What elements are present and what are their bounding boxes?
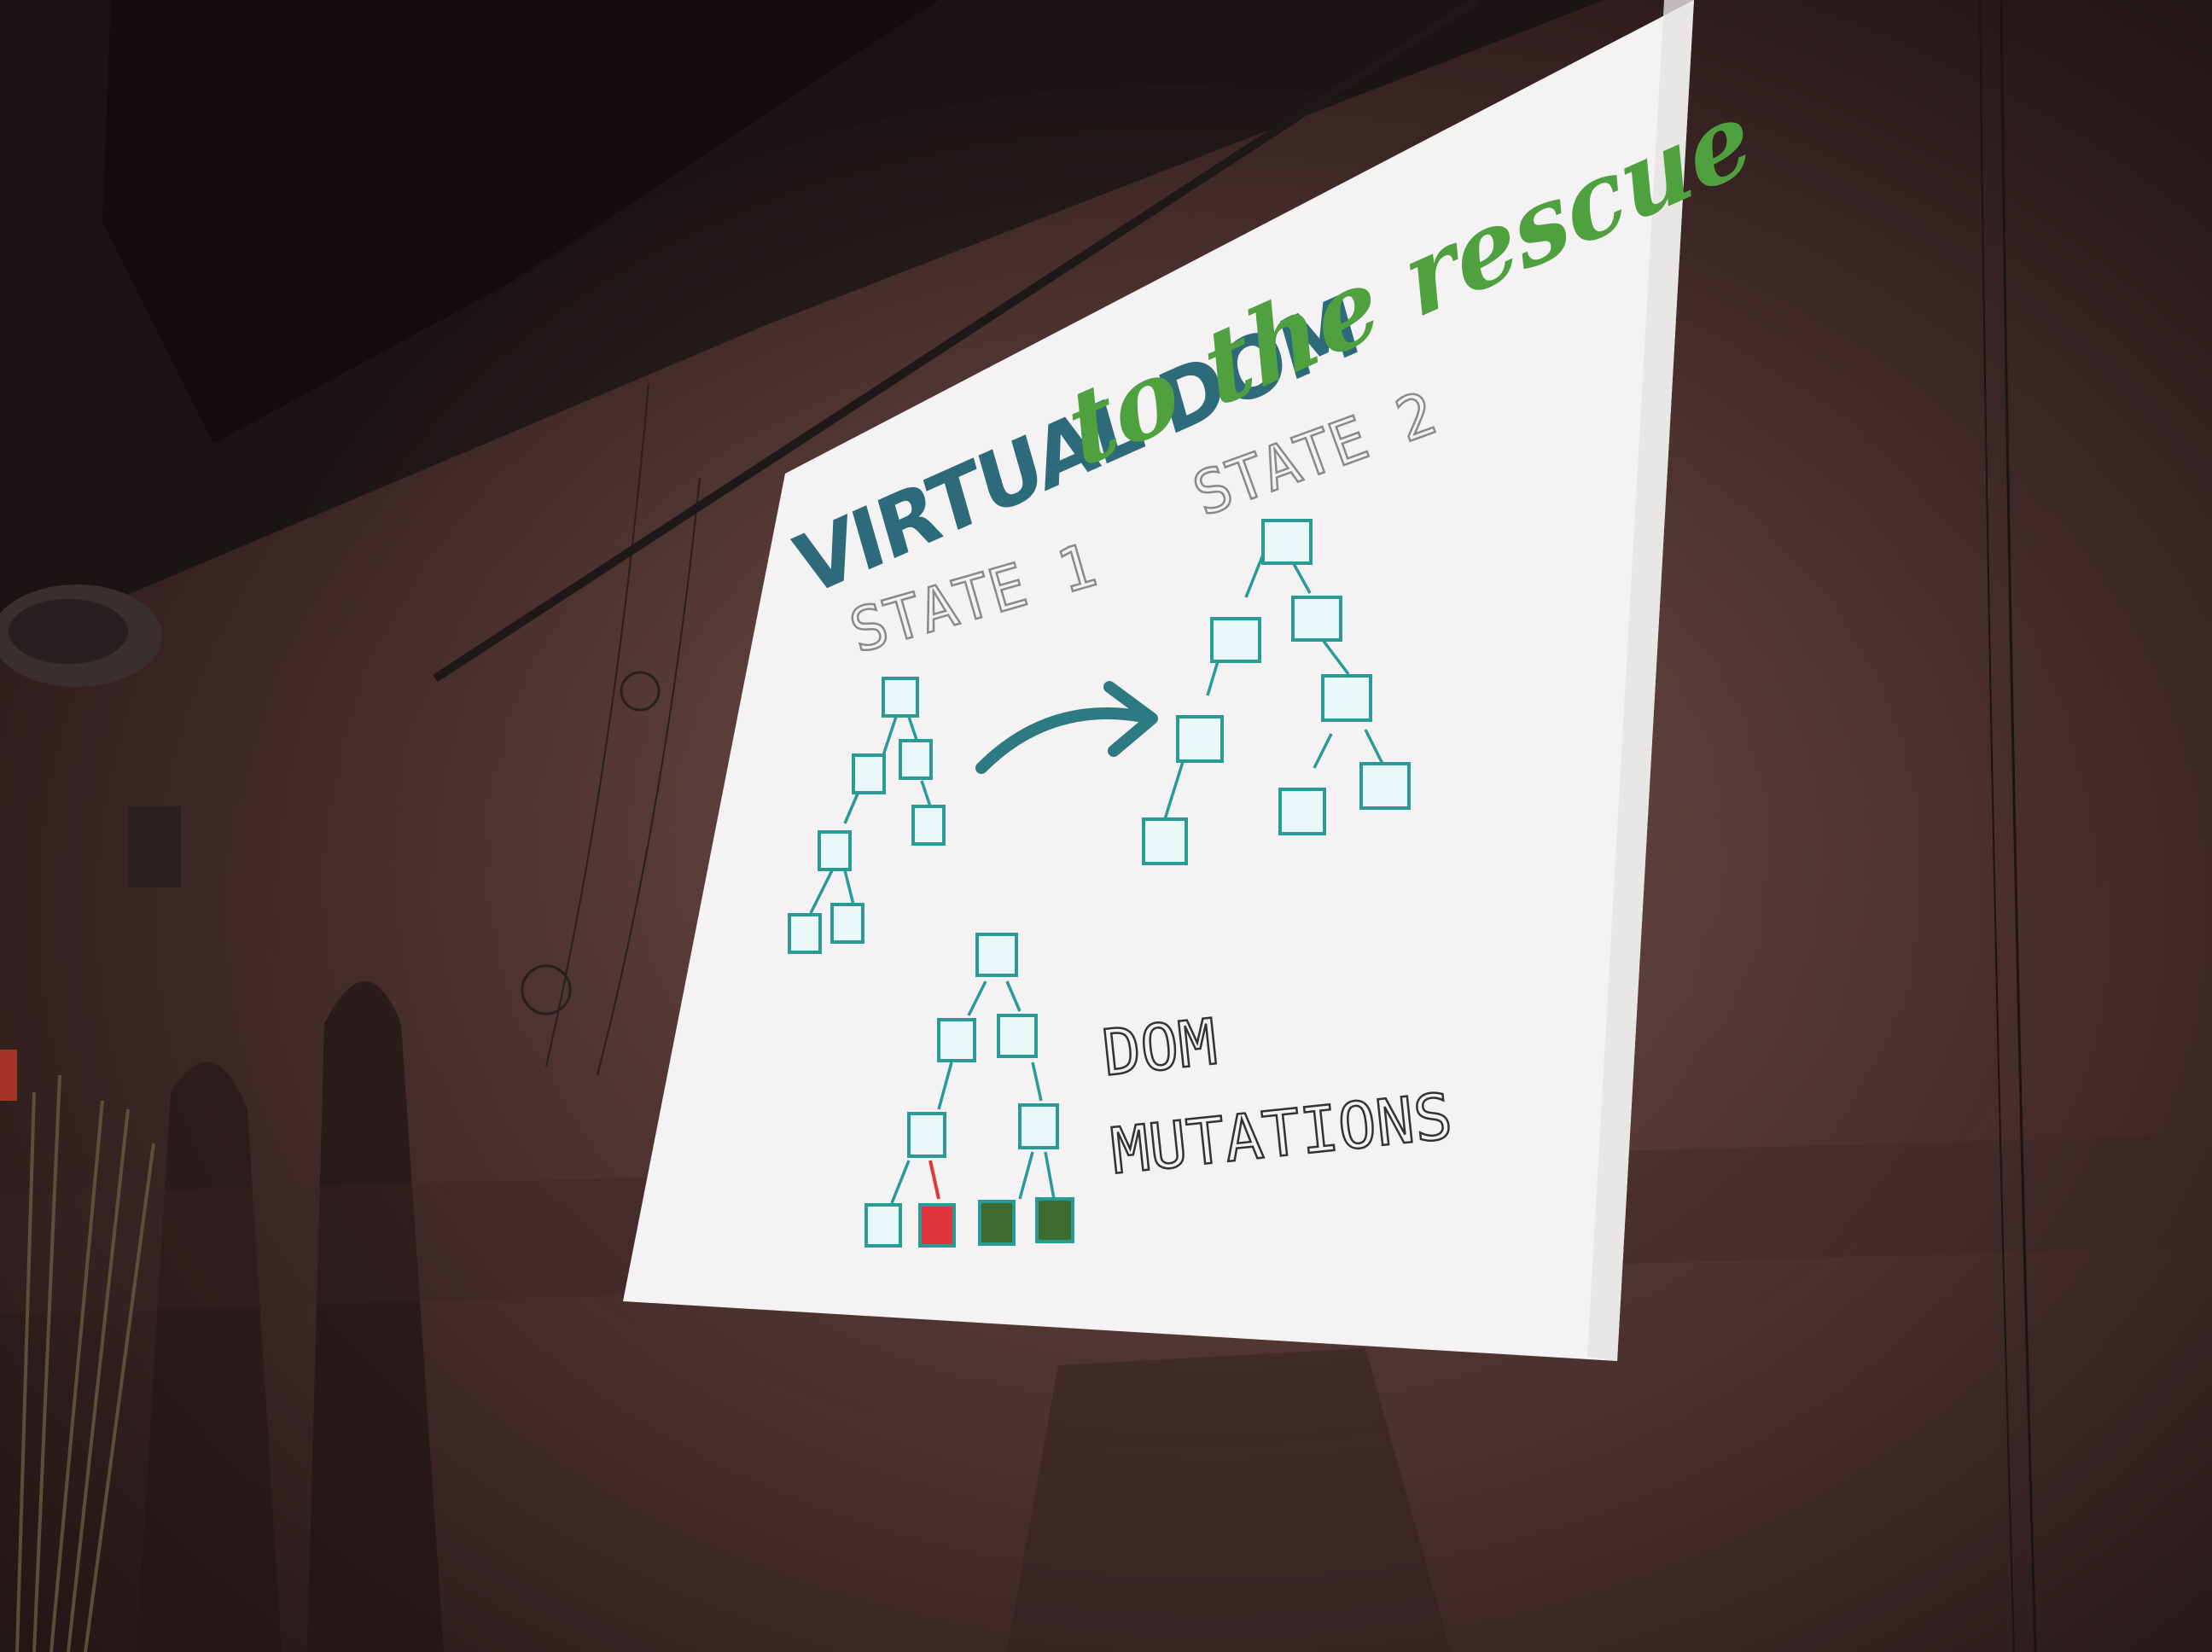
tree-node <box>1176 715 1224 763</box>
added-node <box>978 1200 1016 1246</box>
tree-node <box>1261 519 1313 565</box>
tree-node <box>1321 674 1372 722</box>
tree-node <box>1359 762 1411 810</box>
tree-node <box>1210 617 1261 663</box>
tree-node <box>997 1014 1038 1058</box>
tree-node <box>1278 788 1326 835</box>
tree-node <box>830 903 864 944</box>
tree-node <box>882 677 919 718</box>
label-dom-mutations-line1: DOM <box>1099 1005 1220 1090</box>
tree-node <box>911 805 946 846</box>
tree-node <box>907 1112 946 1158</box>
removed-node <box>918 1203 956 1248</box>
photo-scene: VIRTUAL DOM to the rescue STATE 1 STATE … <box>0 0 2212 1652</box>
tree-node <box>818 830 852 871</box>
tree-node <box>937 1018 976 1062</box>
tree-node <box>852 753 886 794</box>
tree-node <box>788 913 822 954</box>
tree-node <box>1291 596 1342 642</box>
tree-node <box>899 739 933 780</box>
tree-node <box>864 1203 902 1248</box>
tree-node <box>1142 817 1188 865</box>
tree-node <box>975 933 1018 977</box>
added-node <box>1035 1197 1074 1243</box>
tree-node <box>1018 1103 1059 1149</box>
projected-slide: VIRTUAL DOM to the rescue STATE 1 STATE … <box>433 0 1764 1361</box>
